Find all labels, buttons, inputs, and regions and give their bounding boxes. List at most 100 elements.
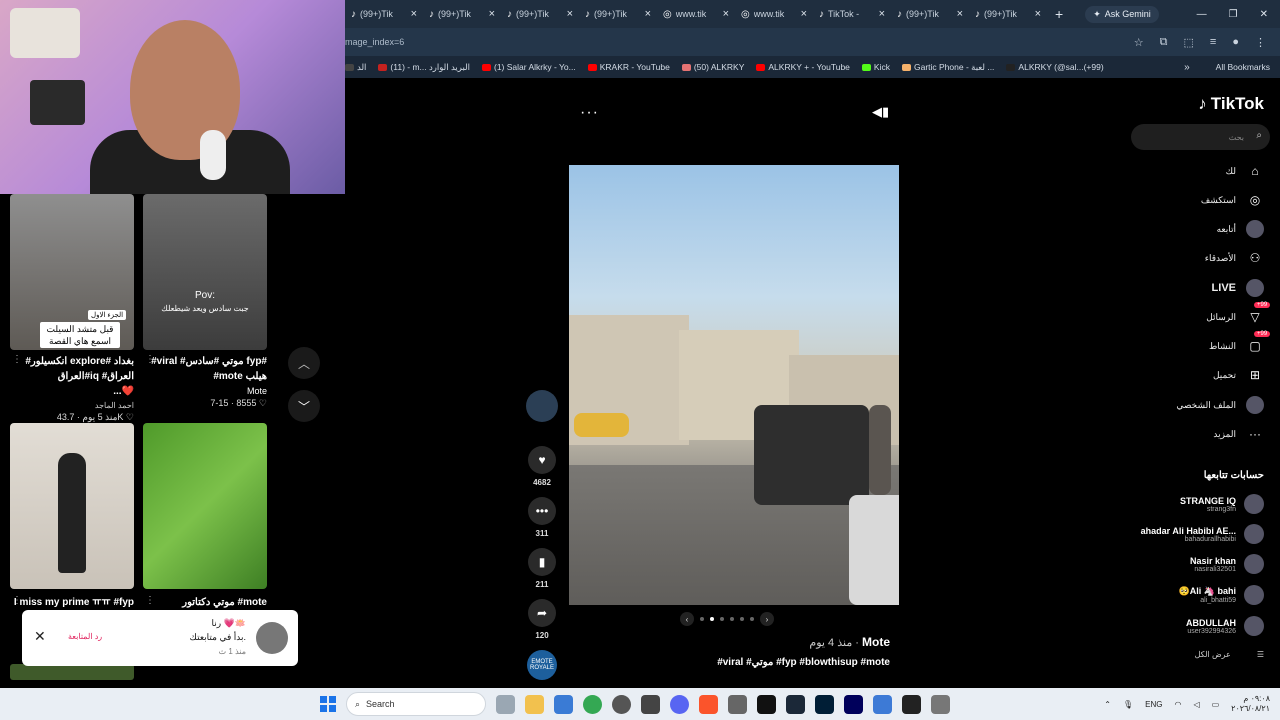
follow-back-button[interactable]: رد المتابعة [68, 632, 102, 641]
premiere-icon[interactable] [844, 694, 863, 714]
profile-icon[interactable]: ● [1232, 36, 1239, 49]
close-icon[interactable]: × [879, 8, 885, 20]
browser-tab[interactable]: ♪ (99+)Tik × [579, 0, 657, 28]
bookmark-item[interactable]: (1) Salar Alkrky - Yo... [482, 62, 576, 72]
microphone-icon[interactable]: 🎙 [1123, 700, 1133, 709]
carousel-dot[interactable] [730, 617, 734, 621]
video-card[interactable]: الجزء الاول قبل متشد السيلت اسمع هاي الق… [10, 194, 134, 423]
language-indicator[interactable]: ENG [1145, 700, 1162, 709]
sidebar-item[interactable]: أتابعه [1064, 218, 1264, 240]
sidebar-item[interactable]: الأصدقاء ⚇ [1064, 247, 1264, 269]
ask-gemini-button[interactable]: ✦ Ask Gemini [1085, 5, 1159, 23]
app-icon[interactable] [902, 694, 921, 714]
file-explorer-icon[interactable] [525, 694, 544, 714]
video-card[interactable]: موتي دكتاتور #mote ⋮ [143, 423, 267, 610]
comment-button[interactable]: ••• [528, 497, 556, 525]
app-icon[interactable] [873, 694, 892, 714]
carousel-dot[interactable] [710, 617, 714, 621]
sidebar-item[interactable]: لك ⌂ [1064, 160, 1264, 182]
extension-icon[interactable]: ⧉ [1160, 36, 1168, 49]
chrome-icon[interactable] [583, 694, 602, 714]
browser-tab[interactable]: ♪ (99+)Tik × [423, 0, 501, 28]
kebab-icon[interactable]: ⋮ [12, 595, 22, 606]
discord-icon[interactable] [670, 694, 689, 714]
minimize-icon[interactable]: — [1197, 9, 1207, 20]
windows-start-icon[interactable] [320, 696, 336, 712]
close-icon[interactable]: × [957, 8, 963, 20]
close-icon[interactable]: × [723, 8, 729, 20]
followed-account[interactable]: Nasir khan nasirali32501 [1114, 551, 1264, 577]
media-icon[interactable]: ≡ [1210, 36, 1216, 49]
puzzle-icon[interactable]: ⬚ [1184, 36, 1194, 49]
share-button[interactable]: ➦ [528, 599, 556, 627]
app-icon[interactable] [728, 694, 747, 714]
browser-tab[interactable]: ♪ TikTok - × [813, 0, 891, 28]
close-icon[interactable]: × [411, 8, 417, 20]
scroll-up-button[interactable]: ︿ [288, 347, 320, 379]
tiktok-logo[interactable]: ♪ TikTok [1198, 94, 1264, 114]
obs-icon[interactable] [612, 694, 631, 714]
video-author[interactable]: Mote [143, 386, 267, 396]
post-author[interactable]: Mote [862, 635, 890, 649]
video-card[interactable]: I miss my prime ㅠㅠ #fyp ⋮ [10, 423, 134, 610]
video-title[interactable]: #انكسيلور explore# بغداد #العراقiq #العر… [10, 354, 134, 384]
video-thumbnail[interactable] [143, 423, 267, 589]
brave-icon[interactable] [699, 694, 718, 714]
close-icon[interactable]: × [489, 8, 495, 20]
video-card[interactable]: Pov: جبت سادس ويعد شيطعلك #viral #موتي #… [143, 194, 267, 409]
close-icon[interactable]: ✕ [34, 628, 46, 645]
sidebar-item[interactable]: الرسائل ▽ +99 [1064, 302, 1271, 328]
taskbar-search[interactable]: ⌕ Search [346, 692, 486, 716]
bookmark-item[interactable]: (11) - m... البريد الوارد [378, 62, 470, 73]
followed-account[interactable]: 🥺Ali 🦄 bahi ali_bhatti59 [1114, 582, 1264, 608]
post-photo[interactable] [569, 165, 899, 605]
video-thumbnail-partial[interactable] [10, 664, 134, 680]
post-hashtags[interactable]: #viral #موتي #fyp #blowthisup #mote [717, 657, 890, 668]
clock[interactable]: ٠٩:٠٨ م ٢٠٢٦/٠٨/٢١ [1231, 694, 1270, 714]
store-icon[interactable] [554, 694, 573, 714]
close-icon[interactable]: ✕ [1260, 9, 1268, 20]
bookmark-item[interactable]: ALKRKY + - YouTube [756, 62, 850, 72]
sidebar-item[interactable]: LIVE [1064, 277, 1264, 299]
volume-icon[interactable]: ◁ [1193, 700, 1199, 709]
kebab-icon[interactable]: ⋮ [12, 354, 22, 365]
carousel-dot[interactable] [750, 617, 754, 621]
video-author[interactable]: احمد الماجد [10, 401, 134, 410]
battery-icon[interactable]: ▭ [1212, 700, 1220, 709]
bookmark-item[interactable]: Kick [861, 62, 890, 72]
like-button[interactable]: ♥ [528, 446, 556, 474]
close-icon[interactable]: × [567, 8, 573, 20]
video-title[interactable]: موتي دكتاتور #mote [143, 595, 267, 610]
kebab-icon[interactable]: ⋮ [145, 595, 155, 606]
avatar[interactable] [256, 622, 288, 654]
wifi-icon[interactable]: ◠ [1174, 700, 1181, 709]
show-all-row[interactable]: عرض الكل ☰ [1195, 650, 1264, 659]
browser-tab[interactable]: ♪ (99+)Tik × [969, 0, 1047, 28]
carousel-dot[interactable] [720, 617, 724, 621]
sidebar-item[interactable]: النشاط ▢ +99 [1064, 331, 1271, 357]
sidebar-item[interactable]: تحميل ⊞ [1064, 364, 1264, 386]
carousel-next-button[interactable]: › [760, 612, 774, 626]
browser-tab[interactable]: ◎ www.tik × [735, 0, 813, 28]
browser-tab[interactable]: ♪ (99+)Tik × [501, 0, 579, 28]
new-tab-button[interactable]: + [1047, 6, 1071, 22]
restore-icon[interactable]: ❐ [1229, 9, 1238, 20]
browser-tab[interactable]: ♪ (99+)Tik × [891, 0, 969, 28]
steam-icon[interactable] [786, 694, 805, 714]
task-view-icon[interactable] [496, 694, 515, 714]
all-bookmarks-button[interactable]: All Bookmarks [1216, 62, 1280, 72]
carousel-dot[interactable] [700, 617, 704, 621]
minecraft-icon[interactable] [931, 694, 950, 714]
search-input[interactable]: بحث ⌕ [1131, 124, 1270, 150]
volume-icon[interactable]: ◀▮ [872, 104, 889, 120]
show-all-link[interactable]: عرض الكل [1195, 650, 1231, 659]
settings-icon[interactable] [641, 694, 660, 714]
followed-account[interactable]: ahadar Ali Habibi AE... bahadurallhabibi [1114, 521, 1264, 547]
scroll-down-button[interactable]: ﹀ [288, 390, 320, 422]
sidebar-item[interactable]: المزيد ··· [1064, 423, 1264, 445]
bookmarks-overflow-button[interactable]: » [1184, 62, 1190, 73]
address-bar[interactable]: mage_index=6 ☆ ⧉ ⬚ ≡ ● ⋮ [345, 28, 1280, 56]
close-icon[interactable]: × [801, 8, 807, 20]
video-thumbnail[interactable]: الجزء الاول قبل متشد السيلت اسمع هاي الق… [10, 194, 134, 350]
close-icon[interactable]: × [1035, 8, 1041, 20]
